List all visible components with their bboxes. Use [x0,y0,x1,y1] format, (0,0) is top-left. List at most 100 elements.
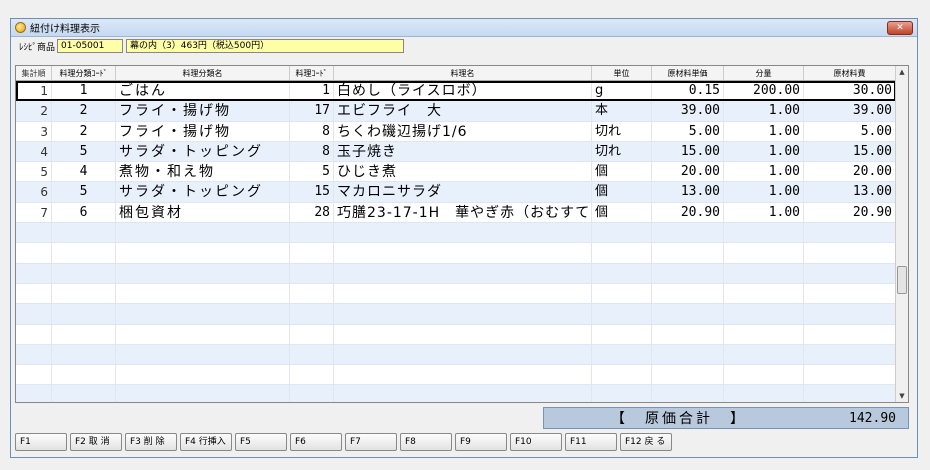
cell-dish-name[interactable]: 玉子焼き [334,141,592,162]
cell-cat-name[interactable] [116,324,290,344]
fkey-f9-button[interactable]: F9 [455,433,507,451]
cell-qty[interactable] [724,223,804,243]
cell-qty[interactable]: 1.00 [724,101,804,121]
table-row[interactable]: 6 5 サラダ・トッピング 15 マカロニサラダ個 13.00 1.00 13.00 [16,182,896,203]
cell-dish-name[interactable] [334,223,592,243]
cell-order[interactable]: 2 [16,101,52,121]
cell-cat-code[interactable]: 1 [52,81,116,101]
table-row[interactable] [16,385,896,402]
cell-cat-name[interactable]: サラダ・トッピング [116,141,290,162]
cell-dish-code[interactable] [290,223,334,243]
fkey-f6-button[interactable]: F6 [290,433,342,451]
cell-order[interactable] [16,223,52,243]
fkey-f3-button[interactable]: F3 削 除 [125,433,177,451]
fkey-f2-button[interactable]: F2 取 消 [70,433,122,451]
cell-dish-name[interactable]: ちくわ磯辺揚げ1/6 [334,121,592,141]
fkey-f12-button[interactable]: F12 戻 る [620,433,672,451]
cell-cat-name[interactable]: フライ・揚げ物 [116,121,290,141]
cell-qty[interactable] [724,304,804,324]
cell-cost[interactable] [804,344,896,365]
cell-cat-code[interactable] [52,283,116,304]
cell-dish-name[interactable]: エビフライ 大 [334,101,592,121]
close-button[interactable]: ✕ [887,21,913,35]
cell-cat-name[interactable]: 煮物・和え物 [116,162,290,182]
cell-unit-price[interactable] [652,243,724,263]
cell-qty[interactable] [724,283,804,304]
cell-cost[interactable]: 20.00 [804,162,896,182]
table-row[interactable] [16,344,896,366]
cell-order[interactable] [16,263,52,283]
cell-dish-code[interactable] [290,243,334,263]
cell-cat-code[interactable] [52,365,116,385]
column-header[interactable]: 原材料単価 [652,66,724,80]
cell-order[interactable] [16,283,52,304]
cell-cat-code[interactable] [52,324,116,344]
cell-order[interactable] [16,324,52,344]
cell-dish-code[interactable] [290,385,334,402]
cell-cost[interactable] [804,283,896,304]
cell-cat-name[interactable] [116,385,290,402]
cell-dish-name[interactable]: 巧膳23-17-1H 華やぎ赤（おむすて [334,202,592,223]
cell-unit-price[interactable]: 20.00 [652,162,724,182]
cell-unit-price[interactable]: 20.90 [652,202,724,223]
vertical-scrollbar[interactable]: ▲ ▼ [895,66,908,402]
cell-dish-name[interactable] [334,304,592,324]
table-row[interactable] [16,243,896,264]
cell-order[interactable]: 1 [16,81,52,101]
cell-dish-code[interactable] [290,344,334,365]
cell-qty[interactable] [724,263,804,283]
cell-dish-code[interactable]: 17 [290,101,334,121]
column-header[interactable]: 料理分類ｺｰﾄﾞ [52,66,116,80]
cell-dish-name[interactable] [334,365,592,385]
cell-unit-price[interactable]: 5.00 [652,121,724,141]
cell-unit[interactable]: 切れ [592,121,652,141]
cell-unit-price[interactable] [652,324,724,344]
cell-cost[interactable] [804,263,896,283]
cell-cat-name[interactable]: フライ・揚げ物 [116,101,290,121]
cell-dish-code[interactable] [290,365,334,385]
cell-order[interactable]: 7 [16,202,52,223]
cell-cost[interactable] [804,324,896,344]
cell-cat-code[interactable] [52,344,116,365]
cell-unit-price[interactable] [652,344,724,365]
cell-cost[interactable] [804,365,896,385]
column-header[interactable]: 集計順 [16,66,52,80]
table-row[interactable] [16,283,896,305]
cell-unit[interactable]: 本 [592,101,652,121]
cell-cat-code[interactable]: 5 [52,141,116,162]
cell-cat-code[interactable] [52,263,116,283]
cell-unit[interactable] [592,324,652,344]
scroll-thumb[interactable] [897,266,907,294]
cell-cat-code[interactable]: 6 [52,202,116,223]
cell-cat-code[interactable] [52,304,116,324]
cell-dish-code[interactable]: 5 [290,162,334,182]
cell-qty[interactable] [724,324,804,344]
cell-order[interactable] [16,243,52,263]
fkey-f7-button[interactable]: F7 [345,433,397,451]
cell-dish-name[interactable] [334,385,592,402]
cell-order[interactable] [16,365,52,385]
cell-cat-name[interactable] [116,365,290,385]
cell-cost[interactable]: 5.00 [804,121,896,141]
cell-cost[interactable]: 20.90 [804,202,896,223]
fkey-f5-button[interactable]: F5 [235,433,287,451]
cell-order[interactable]: 4 [16,141,52,162]
cell-unit[interactable] [592,365,652,385]
cell-order[interactable] [16,385,52,402]
cell-cat-name[interactable]: サラダ・トッピング [116,182,290,202]
table-row[interactable] [16,223,896,244]
column-header[interactable]: 料理ｺｰﾄﾞ [290,66,334,80]
cell-unit-price[interactable] [652,263,724,283]
cell-unit[interactable] [592,304,652,324]
cell-dish-name[interactable] [334,283,592,304]
cell-cat-name[interactable] [116,223,290,243]
cell-order[interactable]: 5 [16,162,52,182]
cell-cat-code[interactable]: 5 [52,182,116,202]
cell-qty[interactable]: 200.00 [724,81,804,101]
cell-cost[interactable] [804,304,896,324]
cell-order[interactable]: 3 [16,121,52,141]
cell-unit-price[interactable]: 15.00 [652,141,724,162]
cell-cat-name[interactable] [116,243,290,263]
table-row[interactable] [16,263,896,284]
cell-unit[interactable]: 個 [592,182,652,202]
